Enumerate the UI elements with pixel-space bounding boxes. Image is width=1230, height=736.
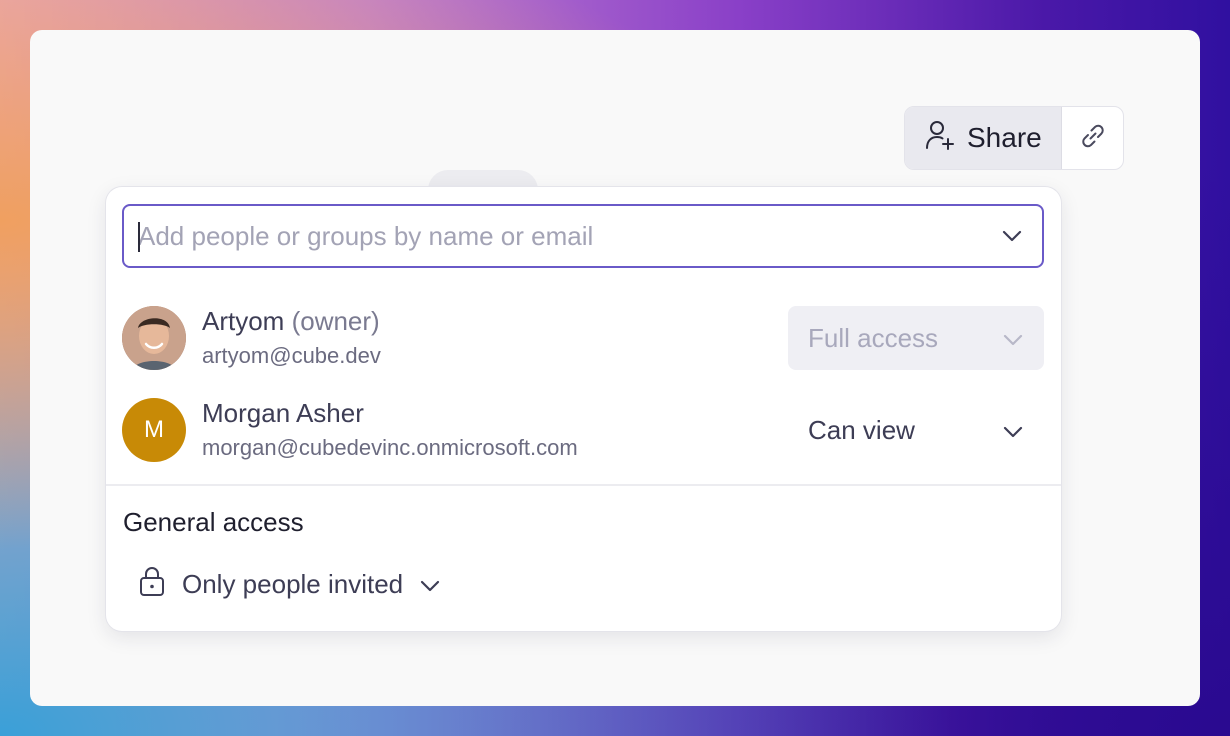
link-icon bbox=[1078, 121, 1108, 156]
permission-select-morgan[interactable]: Can view bbox=[788, 398, 1044, 462]
member-row-morgan: M Morgan Asher morgan@cubedevinc.onmicro… bbox=[122, 398, 1044, 462]
lock-icon bbox=[138, 565, 166, 604]
text-cursor bbox=[138, 222, 140, 252]
chevron-down-icon bbox=[419, 569, 441, 600]
permission-label: Can view bbox=[808, 414, 915, 445]
member-name-text: Artyom bbox=[202, 306, 285, 336]
user-plus-icon bbox=[925, 119, 955, 158]
section-divider bbox=[106, 484, 1061, 486]
general-access-label: Only people invited bbox=[182, 569, 404, 599]
chevron-down-icon[interactable] bbox=[982, 229, 1042, 243]
search-input[interactable] bbox=[138, 206, 982, 266]
permission-label: Full access bbox=[808, 322, 939, 353]
general-access-title: General access bbox=[123, 507, 304, 537]
avatar bbox=[122, 306, 186, 370]
member-name: Morgan Asher bbox=[202, 397, 788, 429]
member-info: Artyom (owner) artyom@cube.dev bbox=[202, 305, 788, 371]
member-role: (owner) bbox=[291, 306, 380, 336]
member-email: morgan@cubedevinc.onmicrosoft.com bbox=[202, 435, 578, 460]
member-name-text: Morgan Asher bbox=[202, 398, 364, 428]
chevron-down-icon bbox=[1002, 323, 1024, 354]
avatar: M bbox=[122, 398, 186, 462]
member-email: artyom@cube.dev bbox=[202, 343, 381, 368]
copy-link-button[interactable] bbox=[1062, 107, 1123, 169]
avatar-initial: M bbox=[144, 416, 164, 443]
share-dialog: Artyom (owner) artyom@cube.dev Full acce… bbox=[106, 187, 1061, 631]
share-button-label: Share bbox=[967, 122, 1042, 153]
chevron-down-icon bbox=[1002, 415, 1024, 446]
search-field[interactable] bbox=[122, 204, 1044, 268]
permission-select-artyom: Full access bbox=[788, 306, 1044, 370]
share-button-group: Share bbox=[904, 106, 1124, 170]
member-info: Morgan Asher morgan@cubedevinc.onmicroso… bbox=[202, 397, 788, 463]
member-row-artyom: Artyom (owner) artyom@cube.dev Full acce… bbox=[122, 306, 1044, 370]
general-access-select[interactable]: Only people invited bbox=[138, 565, 441, 604]
share-button[interactable]: Share bbox=[905, 107, 1062, 169]
member-name: Artyom (owner) bbox=[202, 305, 788, 337]
